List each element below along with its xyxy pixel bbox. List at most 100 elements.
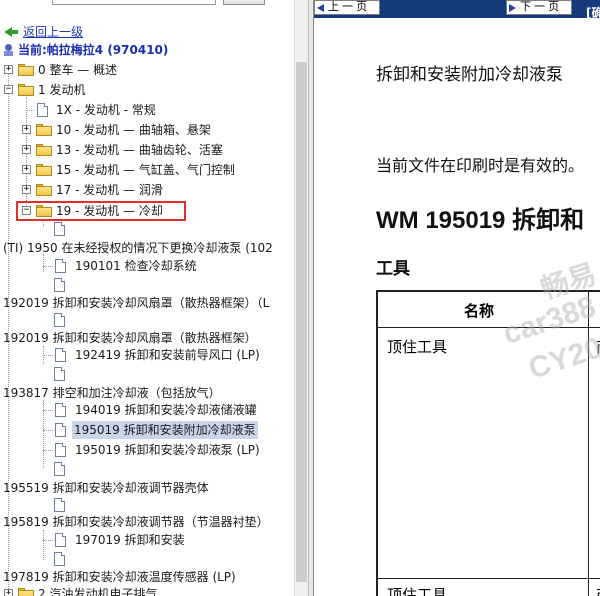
document-icon — [55, 533, 66, 547]
document-icon — [54, 278, 65, 292]
folder-icon — [36, 124, 52, 136]
expand-icon[interactable]: + — [22, 125, 31, 134]
tree-item-ti1950[interactable]: (TI) 1950 在未经授权的情况下更换冷却液泵 (102 — [0, 239, 294, 257]
expand-icon[interactable]: + — [4, 589, 13, 596]
tree-connector — [43, 450, 53, 451]
tree-item-192419[interactable]: 192419 拆卸和安装前导风口 (LP) — [0, 346, 294, 364]
tree-item-15[interactable]: + 15 - 发动机 — 气缸盖、气门控制 — [0, 161, 294, 179]
tree-item-197019[interactable]: 197019 拆卸和安装 — [0, 531, 294, 549]
tree-item-label: 197819 拆卸和安装冷却液温度传感器 (LP) — [3, 570, 236, 584]
highlight-box — [16, 201, 186, 221]
next-page-label: 下 一 页 — [520, 1, 560, 13]
tree-connector — [26, 110, 34, 111]
search-input[interactable] — [52, 0, 216, 5]
collapse-icon[interactable]: − — [4, 85, 13, 94]
table-cell: 顶住工具 — [387, 586, 448, 596]
tree-item-195019-lp[interactable]: 195019 拆卸和安装冷却液泵 (LP) — [0, 441, 294, 459]
tree-item-2[interactable]: + 2 汽油发动机电子排气 — [0, 585, 294, 596]
document-icon — [55, 348, 66, 362]
tree-item-label: 15 - 发动机 — 气缸盖、气门控制 — [56, 163, 235, 177]
current-vehicle: 当前:帕拉梅拉4 (970410) — [18, 43, 169, 57]
document-icon — [54, 498, 65, 512]
tree-item-193817[interactable]: 193817 排空和加注冷却液（包括放气） — [0, 384, 294, 402]
document-icon — [55, 259, 66, 273]
tree-connector — [43, 540, 53, 541]
tree-item-label: (TI) 1950 在未经授权的情况下更换冷却液泵 (102 — [3, 241, 273, 255]
tree-item-195819[interactable]: 195819 拆卸和安装冷却液调节器（节温器衬垫） — [0, 513, 294, 531]
validity-note: 当前文件在印刷时是有效的。 — [376, 156, 585, 175]
tree-item-1x[interactable]: 1X - 发动机 - 常规 — [0, 101, 294, 119]
tools-table: 名称 顶住工具 商 顶住工具 商 — [376, 290, 600, 596]
tree-item-1[interactable]: − 1 发动机 — [0, 81, 294, 99]
document-icon — [55, 423, 66, 437]
tree-item-label: 192419 拆卸和安装前导风口 (LP) — [75, 348, 260, 362]
tree-item-label: 17 - 发动机 — 润滑 — [56, 183, 163, 197]
tree-connector — [43, 266, 53, 267]
tree-item-195019-selected[interactable]: 195019 拆卸和安装附加冷却液泵 — [0, 421, 294, 439]
tree-item-label: 1X - 发动机 - 常规 — [56, 103, 156, 117]
tree-item-label: 195019 拆卸和安装附加冷却液泵 — [72, 421, 258, 439]
back-link[interactable]: 返回上一级 — [23, 23, 83, 41]
table-divider — [378, 578, 600, 579]
expand-icon[interactable]: + — [22, 165, 31, 174]
table-header-name: 名称 — [464, 302, 495, 320]
tree-item-label: 1 发动机 — [38, 83, 86, 97]
prev-page-button[interactable]: 上 一 页 — [314, 0, 380, 15]
back-arrow-stem — [11, 30, 18, 34]
folder-icon — [18, 588, 34, 596]
expand-icon[interactable]: + — [22, 185, 31, 194]
tree-item-192019b[interactable]: 192019 拆卸和安装冷却风扇罩（散热器框架） — [0, 329, 294, 347]
document-title: WM 195019 拆卸和 — [376, 207, 585, 234]
tree-item-192019a[interactable]: 192019 拆卸和安装冷却风扇罩（散热器框架）（L — [0, 294, 294, 312]
tree-pane: 返回上一级 当前:帕拉梅拉4 (970410) + 0 整车 — 概述 − 1 … — [0, 0, 294, 596]
tree-item-label: 192019 拆卸和安装冷却风扇罩（散热器框架） — [3, 331, 257, 345]
document-pane: 上 一 页 下 一 页 [确 拆卸和安装附加冷却液泵 当前文件在印刷时是有效的。… — [314, 0, 600, 596]
expand-icon[interactable]: + — [4, 65, 13, 74]
tree-item-10[interactable]: + 10 - 发动机 — 曲轴箱、悬架 — [0, 121, 294, 139]
tree-connector — [43, 430, 53, 431]
document-icon — [54, 367, 65, 381]
prev-page-label: 上 一 页 — [328, 1, 368, 13]
document-icon — [54, 552, 65, 566]
tree-item-13[interactable]: + 13 - 发动机 — 曲轴齿轮、活塞 — [0, 141, 294, 159]
tree-item-195519[interactable]: 195519 拆卸和安装冷却液调节器壳体 — [0, 479, 294, 497]
tree-item-194019[interactable]: 194019 拆卸和安装冷却液储液罐 — [0, 401, 294, 419]
tree-item-label: 2 汽油发动机电子排气 — [38, 587, 158, 596]
document-icon — [55, 403, 66, 417]
tree-scrollbar-thumb[interactable] — [296, 62, 307, 582]
expand-icon[interactable]: + — [22, 145, 31, 154]
arrow-right-icon — [509, 4, 516, 12]
document-icon — [54, 462, 65, 476]
tree-item-197819[interactable]: 197819 拆卸和安装冷却液温度传感器 (LP) — [0, 568, 294, 586]
tree-item-label: 192019 拆卸和安装冷却风扇罩（散热器框架）（L — [3, 296, 270, 310]
tree-item-label: 10 - 发动机 — 曲轴箱、悬架 — [56, 123, 211, 137]
document-icon — [54, 222, 65, 236]
tree-item-label: 197019 拆卸和安装 — [75, 533, 185, 547]
document-icon — [55, 443, 66, 457]
tree-item-label: 194019 拆卸和安装冷却液储液罐 — [75, 403, 257, 417]
folder-open-icon — [18, 84, 34, 96]
tree-item-label: 0 整车 — 概述 — [38, 63, 118, 77]
tree-item-0[interactable]: + 0 整车 — 概述 — [0, 61, 294, 79]
document-icon — [37, 103, 48, 117]
folder-icon — [18, 64, 34, 76]
folder-icon — [36, 164, 52, 176]
tree-item-label: 195519 拆卸和安装冷却液调节器壳体 — [3, 481, 209, 495]
search-button[interactable] — [223, 0, 265, 5]
tree-connector — [43, 355, 53, 356]
folder-icon — [36, 144, 52, 156]
tree-item-label: 193817 排空和加注冷却液（包括放气） — [3, 386, 221, 400]
tree-connector — [43, 410, 53, 411]
tools-heading: 工具 — [376, 259, 410, 279]
next-page-button[interactable]: 下 一 页 — [506, 0, 572, 15]
tree-item-label: 195019 拆卸和安装冷却液泵 (LP) — [75, 443, 260, 457]
document-icon — [54, 313, 65, 327]
document-nav-bar: 上 一 页 下 一 页 [确 — [314, 0, 600, 20]
vehicle-icon — [5, 44, 12, 51]
vehicle-icon-base — [4, 51, 13, 56]
document-subtitle: 拆卸和安装附加冷却液泵 — [376, 65, 563, 85]
nav-tag: [确 — [586, 6, 600, 20]
tree-item-190101[interactable]: 190101 检查冷却系统 — [0, 257, 294, 275]
tree-item-17[interactable]: + 17 - 发动机 — 润滑 — [0, 181, 294, 199]
arrow-left-icon — [317, 4, 324, 12]
